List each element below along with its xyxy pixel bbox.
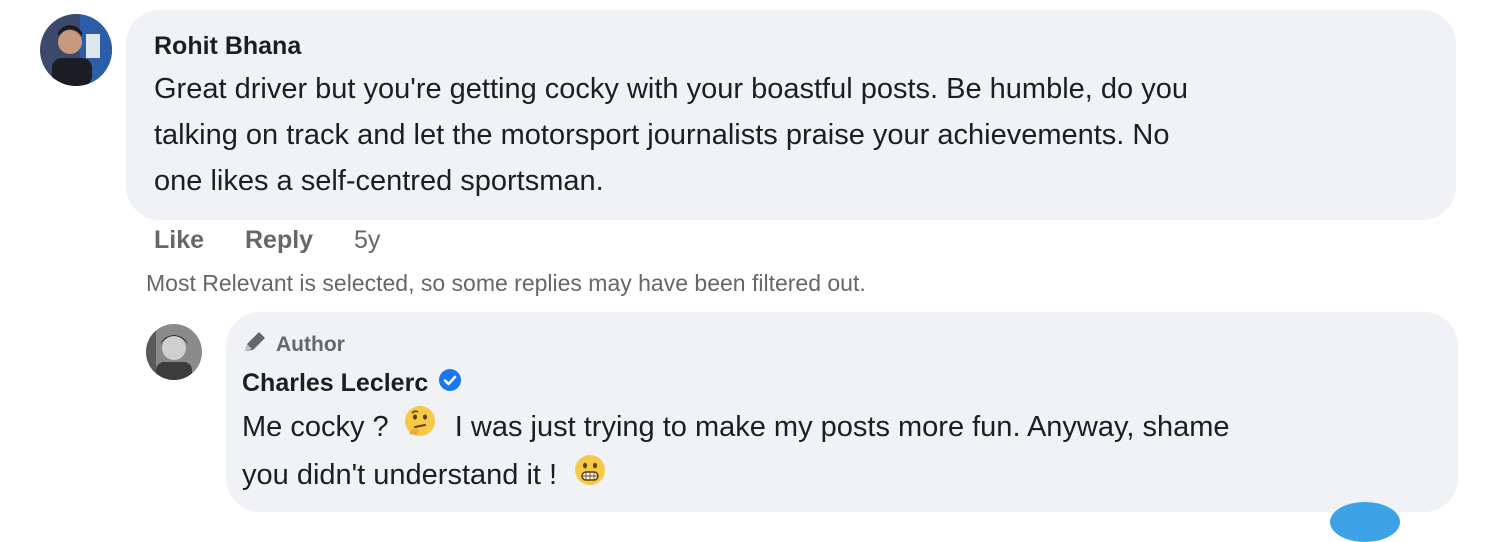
comment-text: Great driver but you're getting cocky wi… — [154, 66, 1444, 204]
reaction-badge-edge — [1330, 502, 1400, 542]
reply-text: Me cocky ? I was just trying to make my … — [242, 404, 1442, 501]
reply-text-part: I was just trying to make my posts more … — [454, 411, 1230, 443]
filter-notice: Most Relevant is selected, so some repli… — [146, 270, 866, 296]
comment-text-line: one likes a self-centred sportsman. — [154, 165, 604, 197]
reply-button[interactable]: Reply — [245, 226, 313, 254]
reply-text-part: Me cocky ? — [242, 411, 389, 443]
grinning-face-icon — [573, 453, 607, 501]
reply-author-avatar-image — [146, 324, 202, 380]
commenter-avatar[interactable] — [40, 14, 112, 86]
pencil-icon — [242, 330, 268, 360]
like-button[interactable]: Like — [154, 226, 204, 254]
reply-text-part: you didn't understand it ! — [242, 459, 558, 492]
reply-text-line: Me cocky ? I was just trying to make my … — [242, 404, 1442, 452]
comment-text-line: talking on track and let the motorsport … — [154, 119, 1170, 151]
comment-timestamp[interactable]: 5y — [354, 226, 380, 254]
reply-author-name[interactable]: Charles Leclerc — [242, 368, 462, 399]
author-badge-label: Author — [276, 333, 345, 356]
reply-author-name-text[interactable]: Charles Leclerc — [242, 369, 428, 398]
author-badge: Author — [242, 330, 345, 360]
commenter-avatar-image — [40, 14, 112, 86]
reply-author-avatar[interactable] — [146, 324, 202, 380]
reply-text-line: you didn't understand it ! — [242, 452, 1442, 500]
comment-actions: Like Reply 5y — [154, 226, 380, 255]
thinking-face-icon — [403, 404, 437, 452]
comment-author-name[interactable]: Rohit Bhana — [154, 32, 301, 61]
verified-badge-icon — [438, 368, 462, 399]
comment-text-line: Great driver but you're getting cocky wi… — [154, 73, 1188, 105]
